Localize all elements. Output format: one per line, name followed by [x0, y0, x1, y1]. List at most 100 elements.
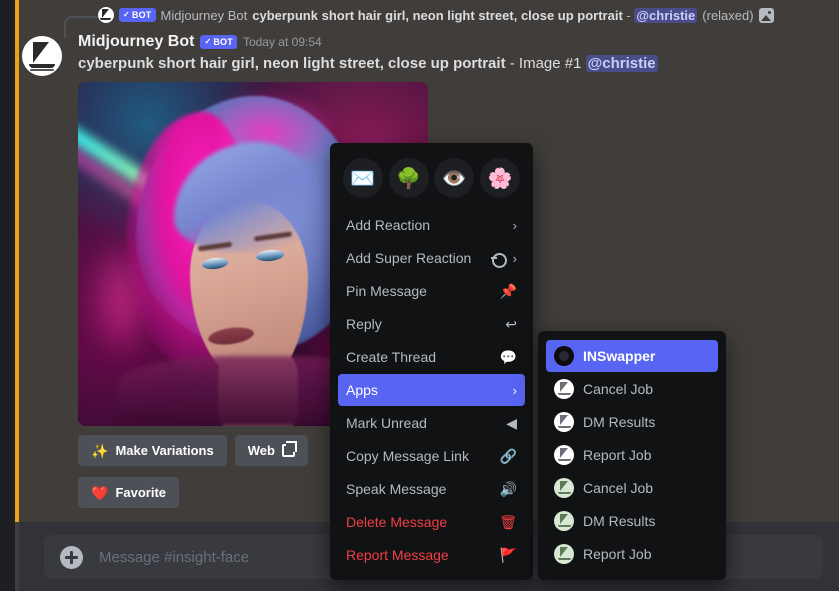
envelope-emoji[interactable]: ✉️ [342, 158, 383, 198]
menu-item-delete-message[interactable]: Delete Message 🗑 [338, 506, 525, 538]
reply-mention[interactable]: @christie [634, 7, 698, 23]
heart-icon: ❤️ [91, 484, 109, 501]
menu-item-report-message[interactable]: Report Message 🚩 [338, 539, 525, 571]
avatar[interactable] [22, 36, 62, 76]
menu-item-copy-message-link[interactable]: Copy Message Link 🔗 [338, 440, 525, 472]
menu-item-reply[interactable]: Reply ↩ [338, 308, 525, 340]
reply-mode-label: (relaxed) [702, 7, 754, 23]
submenu-label: Cancel Job [583, 480, 654, 496]
web-label: Web [247, 443, 275, 458]
submenu-item-cancel-job-1[interactable]: Cancel Job [546, 373, 718, 405]
make-variations-label: Make Variations [115, 443, 214, 458]
reply-author-name[interactable]: Midjourney Bot [161, 8, 248, 23]
reply-message-content: cyberpunk short hair girl, neon light st… [252, 7, 698, 23]
speaker-icon: 🔊 [499, 481, 517, 497]
pin-icon: 📌 [499, 283, 517, 299]
super-reaction-icon [490, 252, 507, 268]
menu-item-add-reaction[interactable]: Add Reaction › [338, 209, 525, 241]
menu-label: Add Super Reaction [346, 250, 472, 266]
apps-submenu: INSwapper Cancel Job DM Results Report J… [538, 331, 726, 580]
message-action-row-1: ✨ Make Variations Web [78, 435, 308, 466]
menu-label: Copy Message Link [346, 448, 469, 464]
menu-label: Speak Message [346, 481, 447, 497]
submenu-label: Report Job [583, 546, 652, 562]
bot-badge-label: BOT [213, 37, 233, 47]
midjourney-app-icon [554, 445, 574, 465]
quick-reaction-row: ✉️ 🌳 👁️ 🌸 [338, 151, 525, 205]
menu-item-pin-message[interactable]: Pin Message 📌 [338, 275, 525, 307]
message-mention[interactable]: @christie [585, 55, 658, 72]
image-icon [758, 7, 774, 23]
menu-label: Apps [346, 382, 378, 398]
make-variations-button[interactable]: ✨ Make Variations [78, 435, 227, 466]
mark-unread-icon: ◀ [506, 415, 517, 431]
message-author-name[interactable]: Midjourney Bot [78, 33, 194, 51]
submenu-label: DM Results [583, 513, 656, 529]
favorite-button[interactable]: ❤️ Favorite [78, 477, 180, 508]
web-button[interactable]: Web [234, 435, 308, 466]
cherry-blossom-emoji[interactable]: 🌸 [480, 158, 521, 198]
midjourney-app-icon [554, 478, 574, 498]
midjourney-app-icon [554, 412, 574, 432]
submenu-item-dm-results-1[interactable]: DM Results [546, 406, 718, 438]
message-image-label: Image #1 [518, 55, 582, 72]
left-gutter [0, 0, 15, 591]
chevron-right-icon: › [512, 217, 517, 233]
link-icon: 🔗 [499, 448, 517, 464]
menu-label: Reply [346, 316, 382, 332]
submenu-label: Report Job [583, 447, 652, 463]
submenu-item-inswapper[interactable]: INSwapper [546, 340, 718, 372]
menu-item-create-thread[interactable]: Create Thread 💬 [338, 341, 525, 373]
message-dash: - [505, 55, 519, 72]
inswapper-app-icon [554, 346, 574, 366]
midjourney-app-icon [554, 511, 574, 531]
thread-icon: 💬 [499, 349, 517, 365]
discord-window: ✓ BOT Midjourney Bot cyberpunk short hai… [0, 0, 839, 591]
flag-icon: 🚩 [499, 547, 517, 563]
reply-reference-bar[interactable]: ✓ BOT Midjourney Bot cyberpunk short hai… [19, 0, 839, 38]
menu-item-add-super-reaction[interactable]: Add Super Reaction › [338, 242, 525, 274]
message-prompt: cyberpunk short hair girl, neon light st… [78, 55, 506, 72]
bot-badge-label: BOT [131, 10, 152, 20]
midjourney-app-icon [554, 379, 574, 399]
menu-label: Create Thread [346, 349, 437, 365]
magic-wand-icon: ✨ [91, 442, 109, 459]
bot-badge: ✓ BOT [119, 8, 156, 22]
submenu-label: Cancel Job [583, 381, 654, 397]
submenu-item-dm-results-2[interactable]: DM Results [546, 505, 718, 537]
menu-label: Mark Unread [346, 415, 427, 431]
message-content: cyberpunk short hair girl, neon light st… [78, 55, 658, 72]
trash-icon: 🗑 [499, 514, 517, 530]
submenu-item-report-job-1[interactable]: Report Job [546, 439, 718, 471]
message-bot-badge: ✓ BOT [200, 35, 237, 49]
verified-check-icon: ✓ [123, 10, 130, 19]
menu-item-mark-unread[interactable]: Mark Unread ◀ [338, 407, 525, 439]
midjourney-bot-avatar [98, 7, 114, 23]
submenu-item-cancel-job-2[interactable]: Cancel Job [546, 472, 718, 504]
submenu-label: DM Results [583, 414, 656, 430]
menu-label: Pin Message [346, 283, 427, 299]
external-link-icon [281, 441, 297, 457]
chevron-right-icon: › [512, 250, 517, 266]
menu-item-apps[interactable]: Apps › [338, 374, 525, 406]
menu-item-speak-message[interactable]: Speak Message 🔊 [338, 473, 525, 505]
message-action-row-2: ❤️ Favorite [78, 477, 180, 508]
submenu-label: INSwapper [583, 348, 656, 364]
menu-label: Add Reaction [346, 217, 431, 233]
unread-indicator-bar [15, 0, 19, 522]
message-context-menu: ✉️ 🌳 👁️ 🌸 Add Reaction › Add Super React… [330, 143, 533, 580]
message-header: Midjourney Bot ✓ BOT Today at 09:54 [78, 33, 322, 51]
favorite-label: Favorite [115, 485, 167, 500]
menu-label: Report Message [346, 547, 449, 563]
midjourney-app-icon [554, 544, 574, 564]
eye-emoji[interactable]: 👁️ [434, 158, 475, 198]
message-timestamp: Today at 09:54 [242, 35, 322, 49]
chevron-right-icon: › [512, 382, 517, 398]
reply-arrow-icon: ↩ [505, 316, 517, 332]
submenu-item-report-job-2[interactable]: Report Job [546, 538, 718, 570]
menu-label: Delete Message [346, 514, 448, 530]
plus-circle-icon[interactable] [60, 545, 83, 569]
verified-check-icon: ✓ [204, 37, 212, 46]
reply-reference-row[interactable]: ✓ BOT Midjourney Bot cyberpunk short hai… [98, 7, 774, 23]
tree-emoji[interactable]: 🌳 [388, 158, 429, 198]
